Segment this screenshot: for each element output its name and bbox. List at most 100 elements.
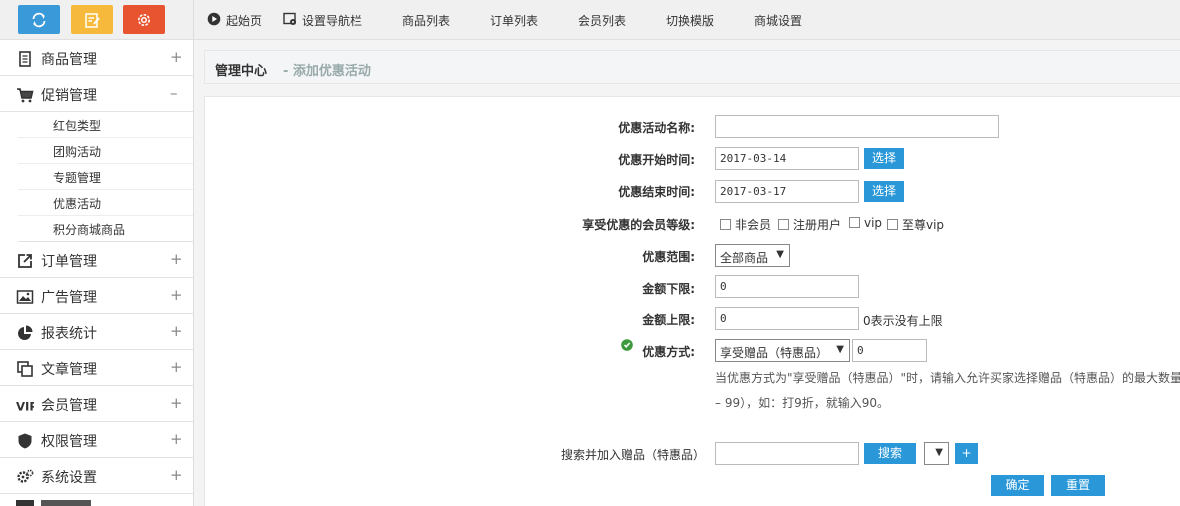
refresh-button[interactable] [18, 5, 60, 34]
submenu-label: 专题管理 [53, 171, 102, 185]
settings-nav-icon [283, 12, 296, 25]
expand-icon[interactable]: + [170, 286, 183, 304]
nav-member-list[interactable]: 会员列表 [578, 12, 626, 29]
checkbox-label: vip [864, 216, 883, 230]
menu-permissions[interactable]: 权限管理 + [0, 422, 193, 458]
submenu-label: 优惠活动 [53, 197, 102, 211]
cart-icon [17, 88, 34, 103]
range-label: 优惠范围: [642, 250, 695, 264]
partial-icon [16, 500, 34, 506]
submenu-exchange-goods[interactable]: 积分商城商品 [18, 216, 193, 242]
expand-icon[interactable]: + [170, 466, 183, 484]
menu-label-partial [41, 500, 91, 506]
nav-start-page[interactable]: 起始页 [226, 12, 262, 29]
max-amount-input[interactable] [715, 307, 859, 330]
shield-icon [18, 433, 32, 449]
main-content: 管理中心 - 添加优惠活动 优惠活动名称: 优惠开始时间: 选择 优惠结束时间:… [194, 40, 1180, 506]
sidebar-toolbar [0, 0, 193, 40]
level-checkbox-non-member[interactable]: 非会员 [720, 216, 771, 233]
search-gift-input[interactable] [715, 442, 859, 465]
svg-text:VIP: VIP [16, 399, 34, 413]
reset-button[interactable]: 重置 [1051, 475, 1105, 496]
page-subtitle: - 添加优惠活动 [283, 64, 371, 79]
level-checkbox-registered[interactable]: 注册用户 [778, 216, 841, 233]
copy-icon [17, 361, 33, 377]
play-circle-icon [207, 12, 221, 26]
type-amount-input[interactable] [852, 339, 927, 362]
checkbox-icon [849, 217, 860, 228]
range-select-value: 全部商品 [720, 251, 769, 265]
start-time-input[interactable] [715, 147, 859, 170]
menu-partial[interactable] [0, 494, 193, 506]
menu-members[interactable]: VIP 会员管理 + [0, 386, 193, 422]
submenu-favourable[interactable]: 优惠活动 [18, 190, 193, 216]
page-title-bar: 管理中心 - 添加优惠活动 [204, 50, 1180, 84]
nav-set-navbar[interactable]: 设置导航栏 [302, 12, 362, 29]
dropdown-arrow-icon: ▼ [935, 447, 943, 458]
expand-icon[interactable]: + [170, 250, 183, 268]
submenu-bonus-type[interactable]: 红包类型 [18, 112, 193, 138]
menu-reports[interactable]: 报表统计 + [0, 314, 193, 350]
page-title: 管理中心 [215, 64, 268, 79]
submenu-label: 积分商城商品 [53, 223, 126, 237]
expand-icon[interactable]: + [170, 358, 183, 376]
end-time-label: 优惠结束时间: [618, 185, 695, 199]
search-result-select[interactable]: ▼ [924, 442, 949, 465]
collapse-icon[interactable]: – [170, 84, 178, 102]
vip-icon: VIP [16, 399, 34, 413]
min-amount-input[interactable] [715, 275, 859, 298]
edit-icon [85, 12, 100, 28]
checkbox-label: 注册用户 [793, 218, 842, 232]
start-time-select-button[interactable]: 选择 [864, 148, 904, 169]
menu-label: 系统设置 [41, 470, 97, 486]
nav-order-list[interactable]: 订单列表 [490, 12, 538, 29]
menu-label: 会员管理 [41, 398, 97, 414]
menu-goods[interactable]: 商品管理 + [0, 40, 193, 76]
external-link-icon [18, 254, 32, 268]
expand-icon[interactable]: + [170, 322, 183, 340]
menu-ads[interactable]: 广告管理 + [0, 278, 193, 314]
nav-shop-settings[interactable]: 商城设置 [754, 12, 802, 29]
level-checkbox-vip[interactable]: vip [849, 216, 882, 230]
cogs-icon [17, 469, 34, 483]
submenu-group-buy[interactable]: 团购活动 [18, 138, 193, 164]
menu-system-settings[interactable]: 系统设置 + [0, 458, 193, 494]
start-time-label: 优惠开始时间: [618, 153, 695, 167]
menu-label: 文章管理 [41, 362, 97, 378]
edit-button[interactable] [71, 5, 113, 34]
menu-label: 广告管理 [41, 290, 97, 306]
checkbox-icon [887, 219, 898, 230]
confirm-button[interactable]: 确定 [991, 475, 1044, 496]
nav-switch-template[interactable]: 切换模版 [666, 12, 714, 29]
menu-orders[interactable]: 订单管理 + [0, 242, 193, 278]
checkbox-label: 至尊vip [902, 218, 945, 232]
end-time-select-button[interactable]: 选择 [864, 181, 904, 202]
submenu-topic[interactable]: 专题管理 [18, 164, 193, 190]
expand-icon[interactable]: + [170, 394, 183, 412]
expand-icon[interactable]: + [170, 48, 183, 66]
range-select[interactable]: 全部商品 ▼ [715, 244, 790, 267]
settings-button[interactable] [123, 5, 165, 34]
type-label: 优惠方式: [642, 345, 695, 359]
level-checkbox-super-vip[interactable]: 至尊vip [887, 216, 944, 233]
search-gift-label: 搜索并加入赠品（特惠品） [560, 448, 705, 462]
menu-promotion[interactable]: 促销管理 – [0, 76, 193, 112]
activity-name-label: 优惠活动名称: [618, 121, 695, 135]
submenu-label: 团购活动 [53, 145, 102, 159]
goods-icon [19, 51, 31, 67]
type-select[interactable]: 享受赠品（特惠品） ▼ [715, 339, 850, 362]
menu-label: 权限管理 [41, 434, 97, 450]
activity-name-input[interactable] [715, 115, 999, 138]
expand-icon[interactable]: + [170, 430, 183, 448]
end-time-input[interactable] [715, 180, 859, 203]
add-gift-button[interactable]: + [955, 443, 978, 464]
image-icon [16, 290, 34, 304]
submenu-label: 红包类型 [53, 119, 102, 133]
checkbox-label: 非会员 [735, 218, 772, 232]
menu-articles[interactable]: 文章管理 + [0, 350, 193, 386]
gear-icon [138, 13, 150, 26]
menu-label: 报表统计 [41, 326, 97, 342]
dropdown-arrow-icon: ▼ [776, 249, 784, 260]
search-button[interactable]: 搜索 [864, 443, 916, 464]
nav-goods-list[interactable]: 商品列表 [402, 12, 450, 29]
